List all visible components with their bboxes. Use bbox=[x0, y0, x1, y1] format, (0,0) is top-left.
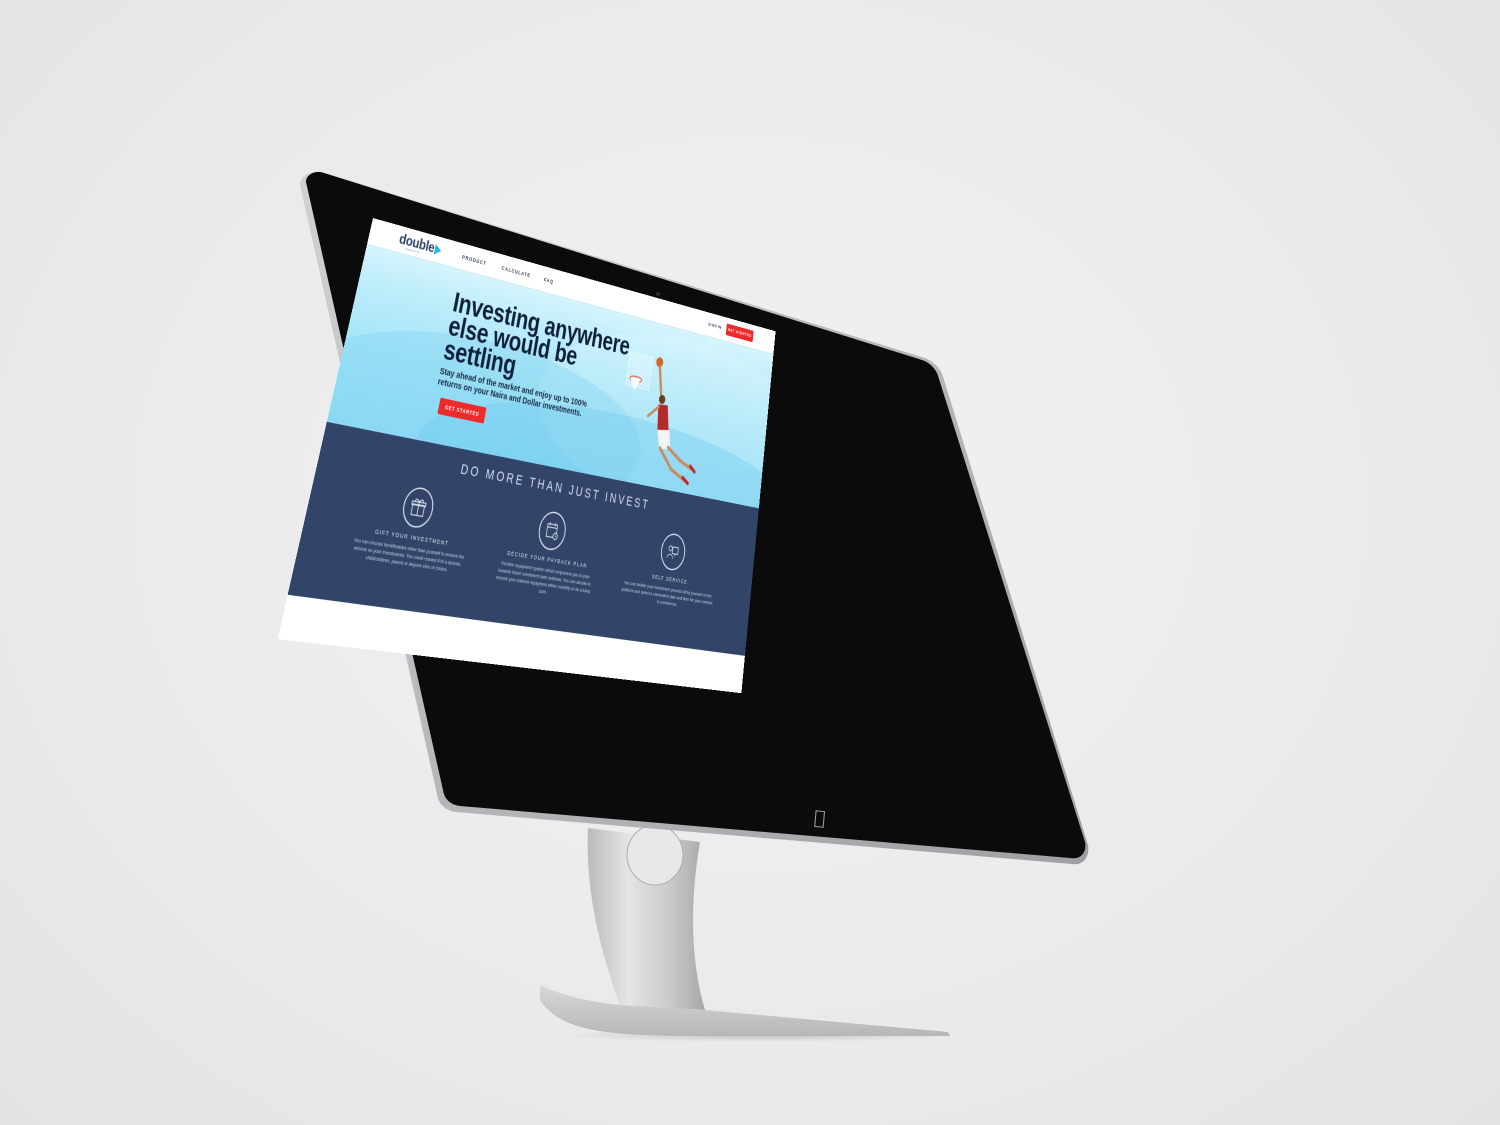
gift-icon bbox=[408, 496, 428, 520]
calendar-icon bbox=[544, 520, 561, 543]
feature-self-service: SELF SERVICE You can initiate your inves… bbox=[609, 524, 729, 615]
self-service-icon bbox=[666, 541, 681, 563]
sign-in-link[interactable]: SIGN IN bbox=[708, 322, 722, 330]
feature-icon-circle bbox=[400, 485, 437, 530]
play-icon bbox=[434, 244, 442, 256]
feature-payback: DECIDE YOUR PAYBACK PLAN Flexible repaym… bbox=[478, 501, 615, 604]
header-get-started-button[interactable]: GET STARTED bbox=[726, 323, 754, 342]
nav-product[interactable]: PRODUCT bbox=[462, 254, 487, 266]
nav-calculate[interactable]: CALCULATE bbox=[501, 265, 531, 279]
basketball-net bbox=[629, 377, 641, 391]
feature-icon-circle bbox=[659, 532, 687, 572]
feature-gift: GIFT YOUR INVESTMENT You can choose bene… bbox=[335, 475, 488, 577]
mockup-scene:  Investing anywhere else would be settl… bbox=[0, 0, 1500, 1125]
basketball-player-illustration bbox=[629, 351, 721, 498]
feature-icon-circle bbox=[536, 510, 568, 552]
apple-logo-icon:  bbox=[813, 807, 826, 830]
nav-faq[interactable]: FAQ bbox=[544, 277, 554, 285]
